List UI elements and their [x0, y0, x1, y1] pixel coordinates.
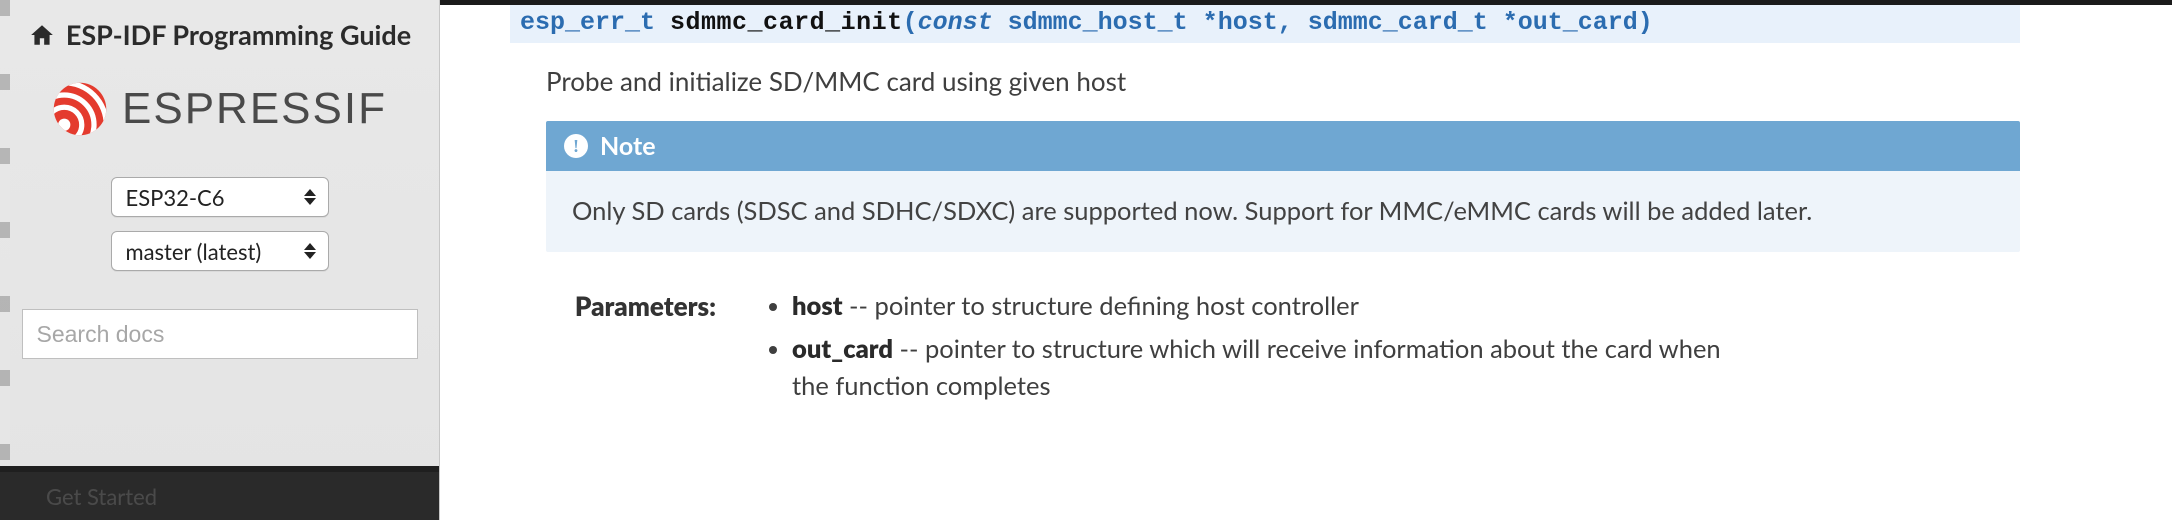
list-item: host -- pointer to structure defining ho…: [792, 288, 1752, 325]
sig-return-type: esp_err_t: [520, 8, 655, 37]
home-icon: [28, 22, 56, 48]
sidebar-item-get-started[interactable]: Get Started: [0, 472, 439, 520]
sig-comma: ,: [1278, 8, 1308, 37]
note-title: Note: [600, 131, 656, 161]
sig-param1-type: sdmmc_host_t: [1008, 8, 1188, 37]
sidebar: ESP-IDF Programming Guide ESPRESSIF ESP3…: [0, 0, 440, 520]
chevron-updown-icon: [304, 178, 316, 216]
sig-param1-name: host: [1218, 8, 1278, 37]
list-item: out_card -- pointer to structure which w…: [792, 331, 1752, 405]
function-signature[interactable]: esp_err_t sdmmc_card_init(const sdmmc_ho…: [510, 5, 2020, 43]
sig-param2-ptr: *: [1488, 8, 1518, 37]
param-desc: pointer to structure defining host contr…: [875, 291, 1359, 321]
chevron-updown-icon: [304, 232, 316, 270]
sig-const-keyword: const: [918, 8, 993, 37]
info-icon: !: [564, 134, 588, 158]
param-sep: --: [893, 334, 925, 364]
sig-param1-ptr: *: [1188, 8, 1218, 37]
target-select[interactable]: ESP32-C6: [111, 177, 329, 217]
version-select-value: master (latest): [126, 232, 262, 270]
sig-param2-name: out_card: [1518, 8, 1638, 37]
function-description: Probe and initialize SD/MMC card using g…: [546, 65, 2020, 97]
param-desc: pointer to structure which will receive …: [792, 334, 1721, 401]
version-select[interactable]: master (latest): [111, 231, 329, 271]
sidebar-item-label: Get Started: [46, 483, 157, 510]
sig-close-paren: ): [1638, 8, 1653, 37]
doc-home-link[interactable]: ESP-IDF Programming Guide: [28, 18, 411, 51]
left-gutter-strip: [0, 0, 10, 520]
note-body: Only SD cards (SDSC and SDHC/SDXC) are s…: [546, 171, 2020, 252]
brand-logo[interactable]: ESPRESSIF: [52, 81, 387, 137]
espressif-logo-icon: [52, 81, 108, 137]
note-header: ! Note: [546, 121, 2020, 171]
param-name: host: [792, 291, 843, 321]
parameters-list: host -- pointer to structure defining ho…: [762, 288, 1752, 411]
param-sep: --: [843, 291, 875, 321]
parameters-block: Parameters: host -- pointer to structure…: [546, 288, 2020, 411]
note-admonition: ! Note Only SD cards (SDSC and SDHC/SDXC…: [546, 121, 2020, 252]
doc-title: ESP-IDF Programming Guide: [66, 18, 411, 51]
target-select-value: ESP32-C6: [126, 178, 225, 216]
sig-open-paren: (: [903, 8, 918, 37]
param-name: out_card: [792, 334, 893, 364]
main-content: esp_err_t sdmmc_card_init(const sdmmc_ho…: [440, 0, 2172, 520]
sig-function-name: sdmmc_card_init: [670, 8, 903, 37]
search-input[interactable]: [22, 309, 418, 359]
sig-param2-type: sdmmc_card_t: [1308, 8, 1488, 37]
brand-name: ESPRESSIF: [122, 84, 387, 134]
parameters-label: Parameters:: [546, 288, 716, 411]
